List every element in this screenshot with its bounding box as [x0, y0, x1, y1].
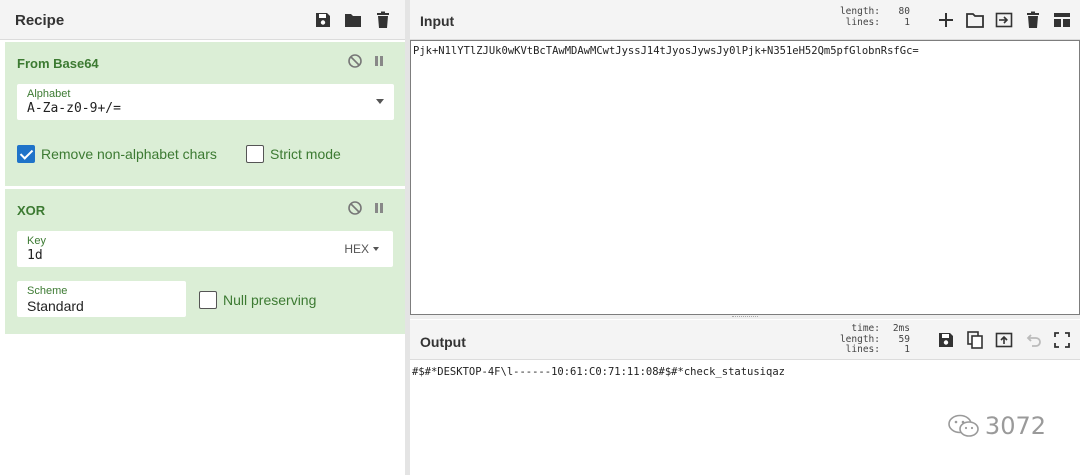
replace-input-icon[interactable] — [994, 330, 1014, 350]
save-icon[interactable] — [936, 330, 956, 350]
input-header: Input length: 80 lines: 1 — [410, 0, 1080, 40]
watermark: 3072 — [947, 412, 1046, 440]
input-stats: length: 80 lines: 1 — [839, 6, 910, 28]
recipe-panel: Recipe From Base64 Alphabet A-Za-z0-9+/= — [0, 0, 405, 475]
operation-xor: XOR Key 1d HEX Scheme Standard Null pres… — [5, 189, 405, 334]
scheme-value: Standard — [27, 298, 84, 314]
stat-label: lines: — [845, 16, 880, 28]
checkbox-checked[interactable] — [17, 145, 35, 163]
operation-title: XOR — [17, 203, 46, 218]
input-title: Input — [420, 13, 455, 29]
stat-value: 1 — [904, 16, 910, 28]
output-text: #$#*DESKTOP-4F\l------10:61:C0:71:11:08#… — [412, 366, 785, 378]
folder-icon[interactable] — [343, 10, 363, 30]
null-preserving-checkbox[interactable]: Null preserving — [199, 291, 316, 309]
scheme-select[interactable]: Scheme Standard — [17, 281, 186, 317]
undo-icon[interactable] — [1023, 330, 1043, 350]
strict-mode-checkbox[interactable]: Strict mode — [246, 145, 341, 163]
input-text: Pjk+N1lYTlZJUk0wKVtBcTAwMDAwMCwtJyssJ14t… — [413, 45, 919, 57]
chat-bubble-icon — [947, 413, 981, 439]
alphabet-value: A-Za-z0-9+/= — [27, 101, 121, 116]
operation-from-base64: From Base64 Alphabet A-Za-z0-9+/= Remove… — [5, 42, 405, 186]
remove-non-alphabet-label: Remove non-alphabet chars — [41, 146, 217, 162]
operation-title: From Base64 — [17, 56, 99, 71]
trash-icon[interactable] — [1023, 10, 1043, 30]
pause-icon[interactable] — [371, 53, 387, 69]
alphabet-label: Alphabet — [27, 88, 71, 100]
key-value: 1d — [27, 248, 43, 263]
recipe-title: Recipe — [15, 12, 65, 29]
stat-value: 1 — [904, 344, 910, 355]
copy-icon[interactable] — [965, 330, 985, 350]
null-preserving-label: Null preserving — [223, 292, 317, 308]
remove-non-alphabet-checkbox[interactable]: Remove non-alphabet chars — [17, 145, 217, 163]
save-icon[interactable] — [313, 10, 333, 30]
stat-value: 2ms — [892, 323, 910, 334]
disable-icon[interactable] — [347, 53, 363, 69]
key-format-label: HEX — [344, 242, 369, 256]
import-icon[interactable] — [994, 10, 1014, 30]
output-title: Output — [420, 334, 466, 350]
output-panel: Output time: 2ms length: 59 lines: 1 #$#*DE… — [410, 320, 1080, 475]
output-header: Output time: 2ms length: 59 lines: 1 — [410, 320, 1080, 360]
input-panel: Input length: 80 lines: 1 Pjk+N1lYTlZJUk0w… — [410, 0, 1080, 316]
pause-icon[interactable] — [371, 200, 387, 216]
checkbox-unchecked[interactable] — [246, 145, 264, 163]
key-format-dropdown[interactable]: HEX — [344, 242, 379, 256]
stat-label: time: — [851, 323, 880, 334]
key-label: Key — [27, 235, 46, 247]
output-stats: time: 2ms length: 59 lines: 1 — [840, 323, 910, 356]
chevron-down-icon — [373, 247, 379, 251]
input-textarea[interactable]: Pjk+N1lYTlZJUk0wKVtBcTAwMDAwMCwtJyssJ14t… — [410, 40, 1080, 315]
layout-icon[interactable] — [1052, 10, 1072, 30]
key-input[interactable]: Key 1d HEX — [17, 231, 393, 267]
maximise-icon[interactable] — [1052, 330, 1072, 350]
plus-icon[interactable] — [936, 10, 956, 30]
resize-grip[interactable] — [732, 316, 758, 318]
trash-icon[interactable] — [373, 10, 393, 30]
strict-mode-label: Strict mode — [270, 146, 341, 162]
scheme-label: Scheme — [27, 285, 68, 297]
io-resizer[interactable] — [410, 315, 1080, 319]
stat-label: lines: — [845, 344, 880, 355]
stat-value: 80 — [898, 6, 910, 17]
folder-open-icon[interactable] — [965, 10, 985, 30]
disable-icon[interactable] — [347, 200, 363, 216]
watermark-text: 3072 — [984, 412, 1046, 440]
alphabet-select[interactable]: Alphabet A-Za-z0-9+/= — [17, 84, 394, 120]
checkbox-unchecked[interactable] — [199, 291, 217, 309]
recipe-header: Recipe — [0, 0, 405, 40]
chevron-down-icon — [376, 99, 384, 104]
stat-label: length: — [839, 6, 880, 17]
